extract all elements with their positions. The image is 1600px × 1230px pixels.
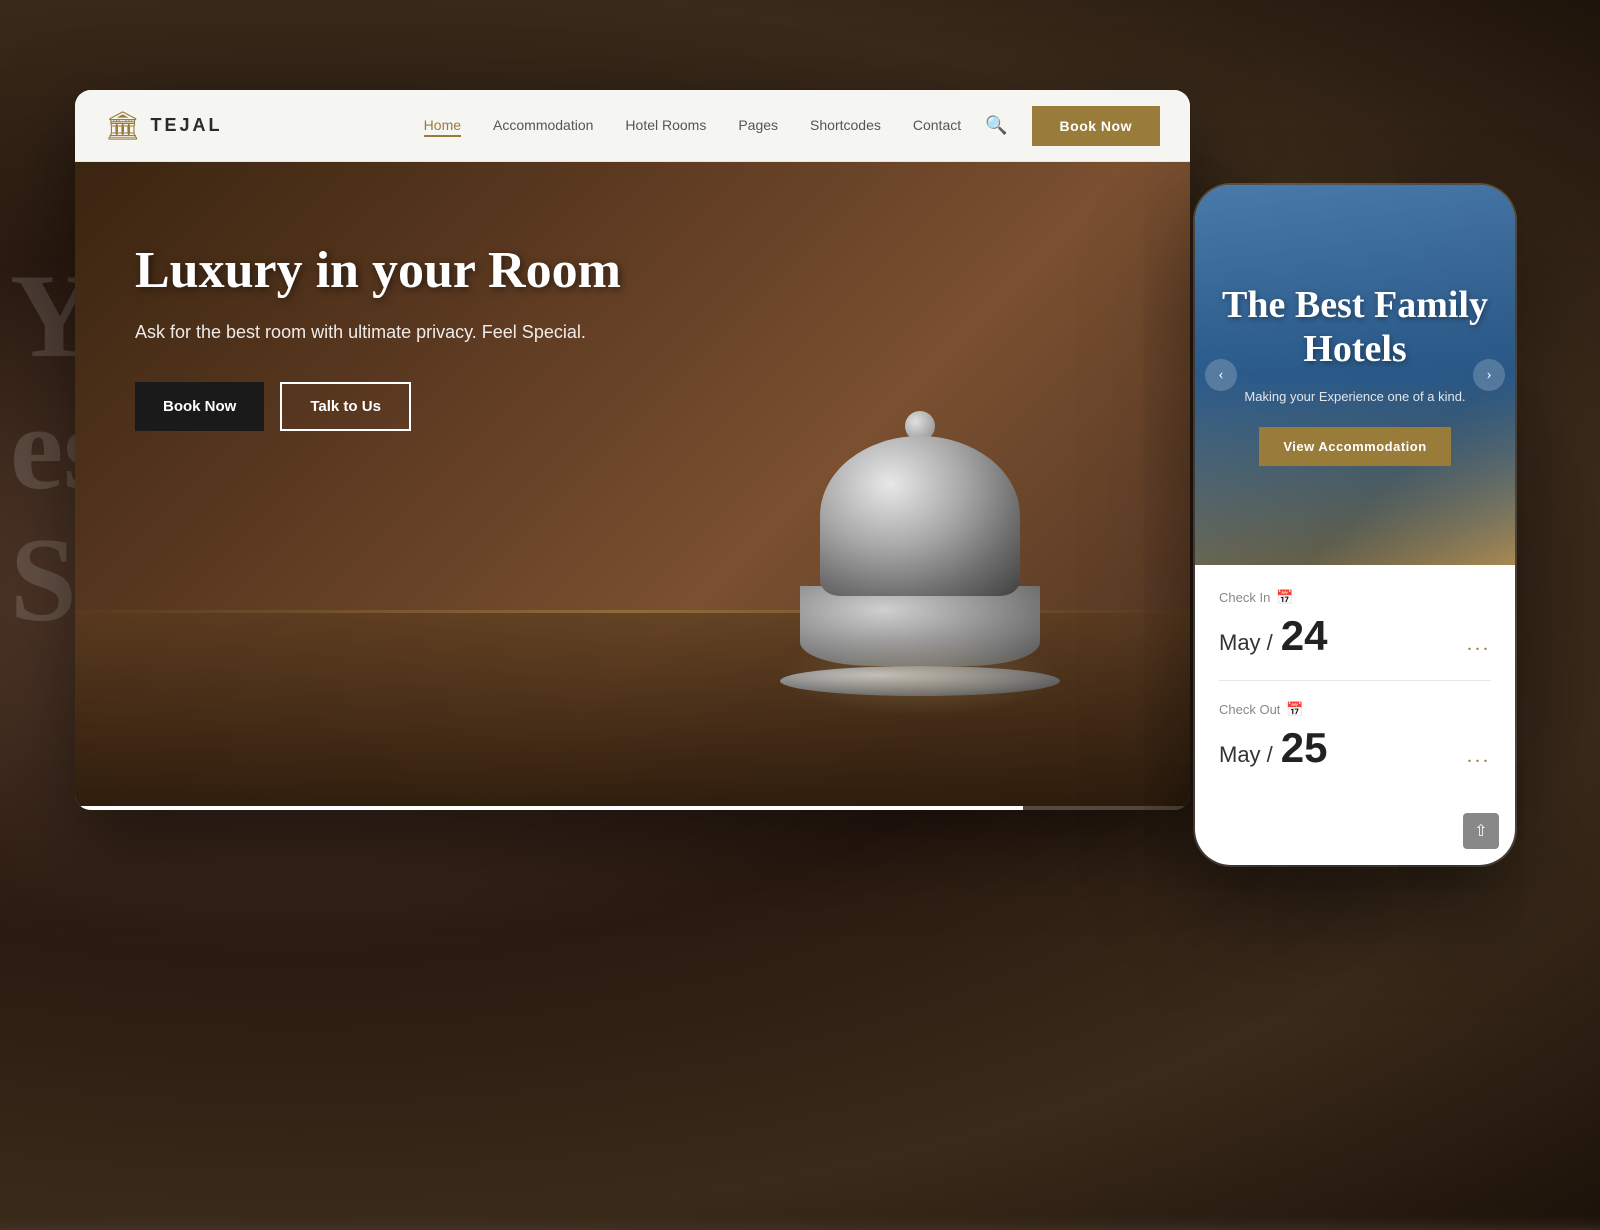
checkin-field: Check In 📅 May / 24 ...	[1219, 589, 1491, 660]
checkin-dots[interactable]: ...	[1467, 633, 1491, 656]
checkin-month: May /	[1219, 630, 1273, 655]
checkout-day: 25	[1281, 724, 1328, 771]
nav-item-contact[interactable]: Contact	[913, 117, 961, 135]
logo-area: 🏛 TEJAL	[105, 109, 223, 143]
nav-item-pages[interactable]: Pages	[738, 117, 778, 135]
view-accommodation-button[interactable]: View Accommodation	[1259, 427, 1450, 466]
checkout-date: May / 25	[1219, 724, 1328, 772]
booking-divider-1	[1219, 680, 1491, 681]
checkin-calendar-icon: 📅	[1276, 589, 1293, 606]
bell-image	[730, 236, 1110, 736]
nav-links: Home Accommodation Hotel Rooms Pages Sho…	[424, 117, 961, 135]
checkin-label: Check In 📅	[1219, 589, 1491, 606]
mobile-booking-card: Check In 📅 May / 24 ... Check Out 📅 May …	[1195, 565, 1515, 816]
desktop-browser-window: 🏛 TEJAL Home Accommodation Hotel Rooms P…	[75, 90, 1190, 810]
navbar: 🏛 TEJAL Home Accommodation Hotel Rooms P…	[75, 90, 1190, 162]
slider-next-button[interactable]: ›	[1473, 359, 1505, 391]
hero-title: Luxury in your Room	[135, 242, 621, 299]
checkout-field: Check Out 📅 May / 25 ...	[1219, 701, 1491, 772]
mobile-hero-section: ‹ › The Best Family Hotels Making your E…	[1195, 185, 1515, 565]
hero-content: Luxury in your Room Ask for the best roo…	[135, 242, 621, 431]
mobile-mockup: ‹ › The Best Family Hotels Making your E…	[1195, 185, 1515, 865]
checkin-date: May / 24	[1219, 612, 1328, 660]
hero-subtitle: Ask for the best room with ultimate priv…	[135, 319, 621, 346]
nav-item-shortcodes[interactable]: Shortcodes	[810, 117, 881, 135]
checkin-value: May / 24 ...	[1219, 612, 1491, 660]
hero-buttons: Book Now Talk to Us	[135, 382, 621, 431]
progress-fill	[75, 806, 1023, 810]
checkin-day: 24	[1281, 612, 1328, 659]
hero-section: Luxury in your Room Ask for the best roo…	[75, 162, 1190, 810]
checkout-label: Check Out 📅	[1219, 701, 1491, 718]
book-now-nav-button[interactable]: Book Now	[1032, 106, 1160, 146]
nav-item-home[interactable]: Home	[424, 117, 461, 135]
checkout-month: May /	[1219, 742, 1273, 767]
search-icon[interactable]: 🔍	[985, 115, 1007, 136]
mobile-slider-controls: ‹ ›	[1195, 359, 1515, 391]
nav-item-hotel-rooms[interactable]: Hotel Rooms	[625, 117, 706, 135]
progress-bar	[75, 806, 1190, 810]
scroll-to-top-button[interactable]: ⇧	[1463, 813, 1499, 849]
checkout-calendar-icon: 📅	[1286, 701, 1303, 718]
talk-to-us-button[interactable]: Talk to Us	[280, 382, 411, 431]
checkout-dots[interactable]: ...	[1467, 745, 1491, 768]
logo-icon: 🏛	[105, 109, 141, 143]
logo-text: TEJAL	[151, 115, 223, 136]
nav-item-accommodation[interactable]: Accommodation	[493, 117, 593, 135]
book-now-hero-button[interactable]: Book Now	[135, 382, 264, 431]
checkout-value: May / 25 ...	[1219, 724, 1491, 772]
slider-prev-button[interactable]: ‹	[1205, 359, 1237, 391]
